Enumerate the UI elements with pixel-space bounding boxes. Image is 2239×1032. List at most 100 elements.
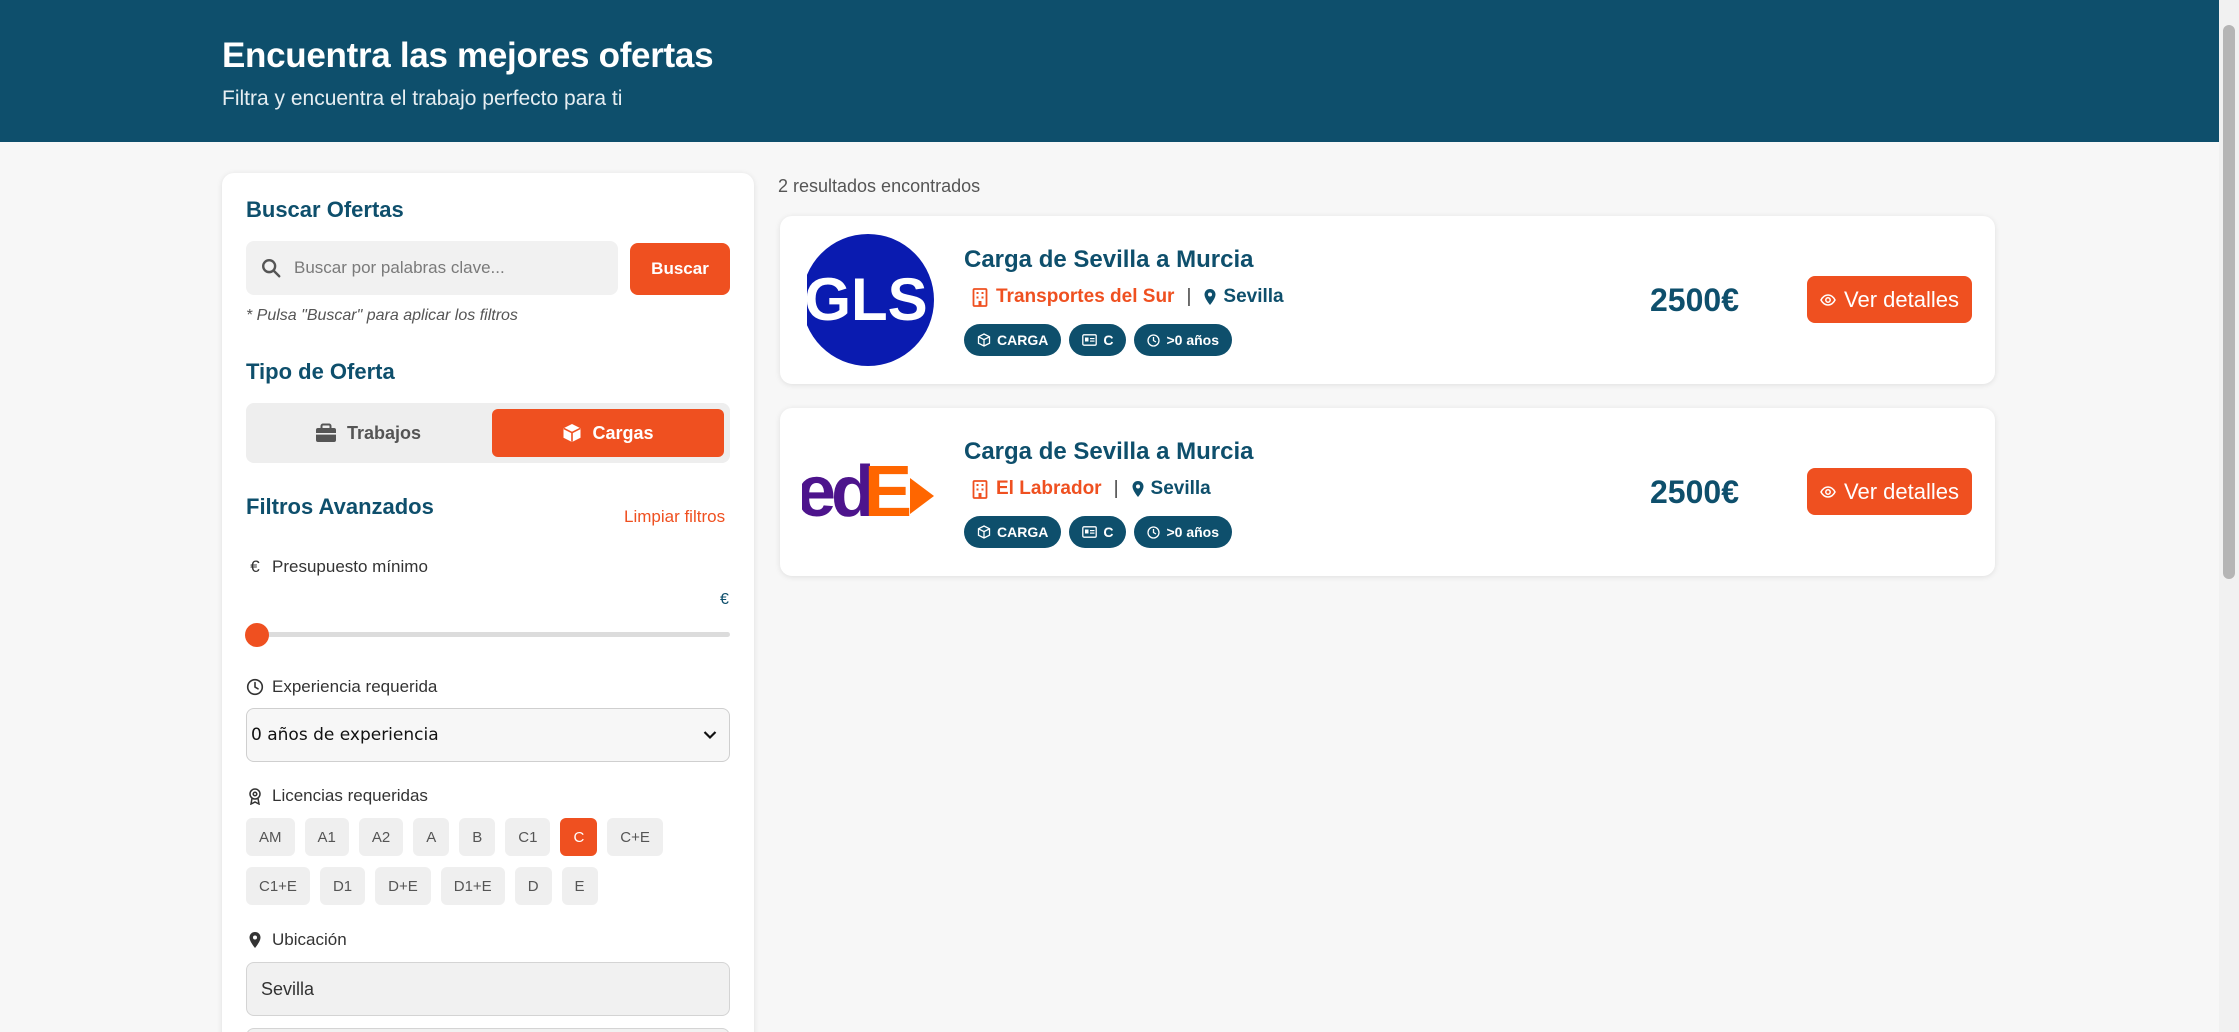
id-card-icon (1082, 526, 1098, 538)
result-title[interactable]: Carga de Sevilla a Murcia (964, 438, 1253, 466)
tag-license-label: C (1103, 332, 1114, 348)
euro-icon: € (250, 557, 260, 576)
result-company: El Labrador (996, 478, 1102, 499)
license-chip-e[interactable]: E (561, 867, 598, 905)
experience-label-text: Experiencia requerida (272, 677, 438, 696)
search-hint: * Pulsa "Buscar" para aplicar los filtro… (246, 307, 518, 324)
result-meta: El Labrador | Sevilla (972, 478, 1211, 500)
license-chip-c-e[interactable]: C+E (607, 818, 663, 856)
fedex-logo: ed E (802, 426, 934, 558)
budget-slider-thumb[interactable] (245, 623, 269, 647)
result-tags: CARGA C >0 años (964, 324, 1232, 356)
location-label: Ubicación (246, 930, 347, 950)
view-details-button[interactable]: Ver detalles (1807, 276, 1972, 323)
tab-trabajos-label: Trabajos (346, 422, 422, 443)
id-card-icon (1082, 334, 1098, 346)
budget-slider-track[interactable] (256, 632, 730, 637)
advanced-filters-title: Filtros Avanzados (246, 494, 434, 519)
budget-unit: € (720, 591, 729, 608)
license-chip-d[interactable]: D (514, 867, 552, 905)
medal-icon (1147, 525, 1161, 539)
licenses-label-text: Licencias requeridas (272, 786, 428, 805)
experience-selected-value: 0 años de experiencia (251, 725, 439, 745)
license-chip-d1[interactable]: D1 (319, 867, 366, 905)
licenses-row-2: C1+E D1 D+E D1+E D E (246, 867, 736, 905)
result-city: Sevilla (1150, 478, 1211, 499)
meta-separator: | (1186, 286, 1192, 307)
search-button[interactable]: Buscar (630, 243, 730, 295)
map-pin-icon (249, 932, 261, 948)
building-icon (972, 287, 988, 307)
gls-logo: GLS (802, 234, 934, 366)
licenses-row-1: AM A1 A2 A B C1 C C+E (246, 818, 736, 856)
svg-text:ed: ed (802, 452, 871, 532)
search-field[interactable] (246, 241, 618, 295)
view-details-button[interactable]: Ver detalles (1807, 468, 1972, 515)
tag-type: CARGA (964, 324, 1062, 356)
page-scrollbar[interactable] (2219, 0, 2239, 1032)
experience-label: Experiencia requerida (246, 677, 437, 697)
tag-license: C (1069, 324, 1127, 356)
search-icon (262, 259, 281, 278)
box-icon (563, 424, 582, 442)
licenses-label: Licencias requeridas (246, 786, 428, 806)
tab-trabajos[interactable]: Trabajos (252, 409, 484, 457)
search-input[interactable] (294, 258, 604, 278)
view-details-label: Ver detalles (1844, 478, 1959, 504)
license-chip-d-e[interactable]: D+E (375, 867, 431, 905)
tag-type: CARGA (964, 516, 1062, 548)
license-chip-a[interactable]: A (413, 818, 450, 856)
result-meta: Transportes del Sur | Sevilla (972, 286, 1284, 308)
license-chip-b[interactable]: B (459, 818, 496, 856)
eye-icon (1820, 485, 1836, 498)
clear-filters-link[interactable]: Limpiar filtros (624, 507, 725, 527)
result-card[interactable]: GLS Carga de Sevilla a Murcia Transporte… (780, 216, 1995, 384)
location-input[interactable] (246, 962, 730, 1016)
meta-separator: | (1113, 478, 1119, 499)
result-title[interactable]: Carga de Sevilla a Murcia (964, 246, 1253, 274)
tag-experience-label: >0 años (1166, 524, 1219, 540)
location-label-text: Ubicación (272, 930, 347, 949)
license-chip-c1[interactable]: C1 (505, 818, 551, 856)
box-icon (977, 333, 991, 347)
map-pin-icon (1132, 481, 1144, 497)
tag-experience: >0 años (1134, 516, 1232, 548)
license-chip-c[interactable]: C (560, 818, 598, 856)
offer-type-title: Tipo de Oferta (246, 359, 395, 384)
chevron-down-icon (703, 731, 717, 740)
budget-label: € Presupuesto mínimo (246, 557, 428, 577)
result-price: 2500€ (1650, 474, 1739, 510)
tag-license-label: C (1103, 524, 1114, 540)
tag-experience-label: >0 años (1166, 332, 1219, 348)
budget-label-text: Presupuesto mínimo (272, 557, 428, 576)
tag-license: C (1069, 516, 1127, 548)
tab-cargas-label: Cargas (592, 422, 654, 443)
eye-icon (1820, 293, 1836, 306)
svg-text:GLS: GLS (804, 266, 927, 333)
result-card[interactable]: ed E Carga de Sevilla a Murcia El Labrad… (780, 408, 1995, 576)
svg-text:E: E (864, 452, 912, 532)
box-icon (977, 525, 991, 539)
page-header: Encuentra las mejores ofertas Filtra y e… (0, 0, 2219, 142)
license-chip-am[interactable]: AM (246, 818, 295, 856)
result-city: Sevilla (1223, 286, 1284, 307)
result-price: 2500€ (1650, 282, 1739, 318)
license-chip-a2[interactable]: A2 (358, 818, 404, 856)
search-section-title: Buscar Ofertas (246, 197, 404, 222)
next-filter-field[interactable] (246, 1028, 730, 1032)
building-icon (972, 479, 988, 499)
license-chip-d1-e[interactable]: D1+E (440, 867, 505, 905)
scrollbar-thumb[interactable] (2223, 25, 2235, 579)
results-count: 2 resultados encontrados (778, 176, 981, 196)
result-company: Transportes del Sur (996, 286, 1175, 307)
license-chip-a1[interactable]: A1 (304, 818, 349, 856)
tab-cargas[interactable]: Cargas (492, 409, 724, 457)
award-icon (249, 788, 261, 805)
tag-type-label: CARGA (997, 524, 1049, 540)
medal-icon (1147, 333, 1161, 347)
view-details-label: Ver detalles (1844, 286, 1959, 312)
page-title: Encuentra las mejores ofertas (222, 36, 714, 75)
experience-select[interactable]: 0 años de experiencia (246, 708, 730, 762)
map-pin-icon (1204, 289, 1216, 305)
license-chip-c1-e[interactable]: C1+E (246, 867, 310, 905)
